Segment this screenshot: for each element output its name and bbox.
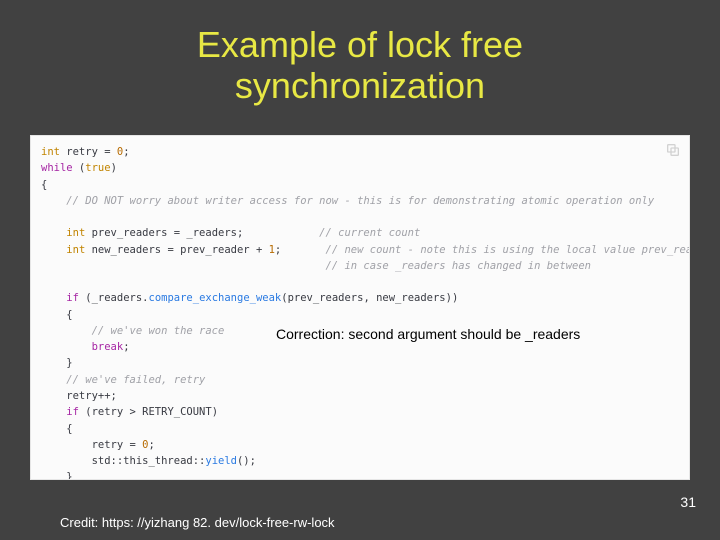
credit-line: Credit: https: //yizhang 82. dev/lock-fr… [60,515,335,530]
code-line: int prev_readers = _readers; // current … [41,225,679,241]
code-line: while (true) [41,160,679,176]
code-line: int new_readers = prev_reader + 1; // ne… [41,242,679,258]
code-lines: int retry = 0;while (true){ // DO NOT wo… [41,144,679,480]
code-line: } [41,469,679,480]
code-line: // we've failed, retry [41,372,679,388]
code-line: { [41,177,679,193]
code-line: } [41,355,679,371]
page-number: 31 [680,494,696,510]
code-line: // DO NOT worry about writer access for … [41,193,679,209]
code-line: int retry = 0; [41,144,679,160]
code-line: retry = 0; [41,437,679,453]
code-line: if (_readers.compare_exchange_weak(prev_… [41,290,679,306]
code-line: // in case _readers has changed in betwe… [41,258,679,274]
code-line: if (retry > RETRY_COUNT) [41,404,679,420]
code-line [41,274,679,290]
copy-icon[interactable] [665,142,681,158]
code-line: retry++; [41,388,679,404]
slide: Example of lock freesynchronization int … [0,0,720,540]
code-line: std::this_thread::yield(); [41,453,679,469]
code-line [41,209,679,225]
code-line: { [41,421,679,437]
code-line: { [41,307,679,323]
slide-title: Example of lock freesynchronization [0,0,720,107]
correction-note: Correction: second argument should be _r… [276,326,580,342]
code-block: int retry = 0;while (true){ // DO NOT wo… [30,135,690,480]
